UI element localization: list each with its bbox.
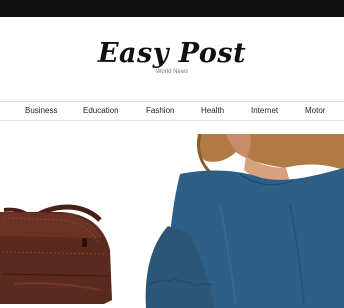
site-title[interactable]: Easy Post — [0, 38, 344, 69]
nav-item-fashion[interactable]: Fashion — [146, 106, 174, 115]
site-tagline: World News — [155, 69, 189, 75]
nav-item-business[interactable]: Business — [25, 106, 57, 115]
hero-illustration — [0, 134, 344, 308]
main-navigation: Business Education Fashion Health Intern… — [0, 101, 344, 121]
nav-item-internet[interactable]: Internet — [251, 106, 278, 115]
woman-blue-blouse-image — [145, 134, 344, 308]
leather-handbag-image — [0, 204, 112, 304]
top-bar — [0, 0, 344, 17]
nav-item-motor[interactable]: Motor — [305, 106, 325, 115]
nav-item-health[interactable]: Health — [201, 106, 224, 115]
site-header: Easy Post World News — [0, 17, 344, 101]
nav-item-education[interactable]: Education — [83, 106, 119, 115]
hero-image-banner[interactable] — [0, 134, 344, 308]
